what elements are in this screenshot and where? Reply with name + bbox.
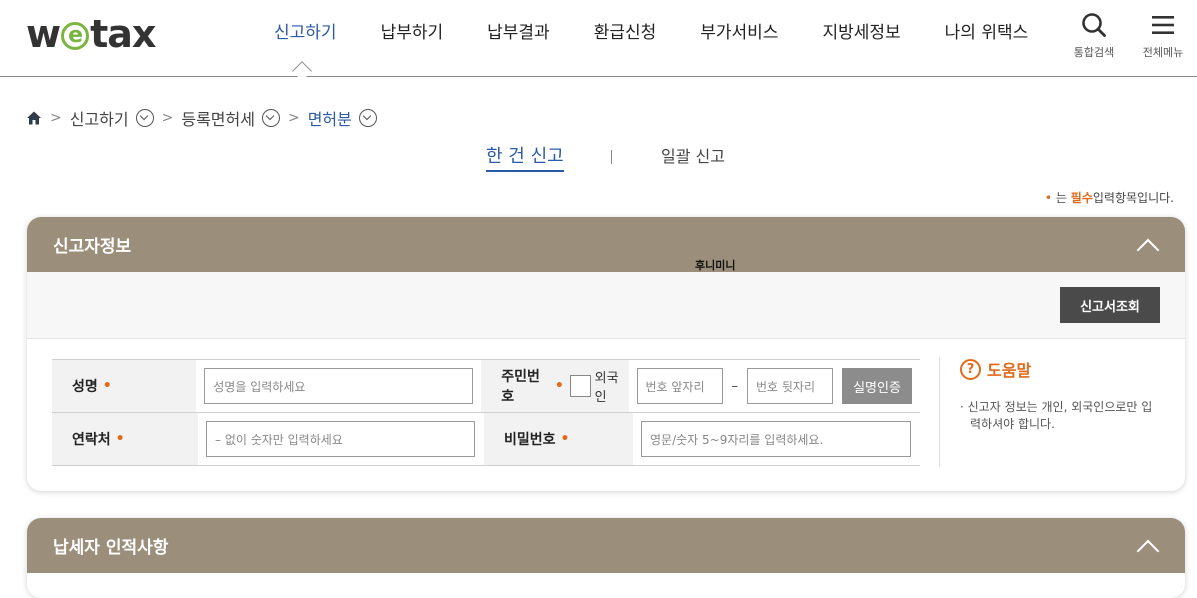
note-pre: 는 [1055,191,1067,205]
breadcrumb-label: 등록면허세 [181,110,255,129]
nav-item-payment[interactable]: 납부하기 [359,20,466,46]
required-field-note: • 는 필수입력항목입니다. [1045,189,1174,206]
help-description: · 신고자 정보는 개인, 외국인으로만 입력하셔야 합니다. [960,400,1153,431]
rrn-cell: 번호 앞자리 – 번호 뒷자리 실명인증 [629,360,921,412]
panel-header: 납세자 인적사항 [27,518,1185,573]
report-lookup-button[interactable]: 신고서조회 [1060,287,1160,323]
collapse-chevron-up-icon[interactable] [1137,535,1159,557]
chevron-down-circle-icon[interactable] [135,109,154,127]
required-emphasis: 필수 [1070,191,1093,205]
rrn-dash: – [731,378,739,394]
site-header: w e tax 신고하기 납부하기 납부결과 환급신청 부가서비스 지방세정보 나의… [0,0,1197,81]
rrn-front-input[interactable]: 번호 앞자리 [636,368,723,404]
contact-label: 연락처 • [52,413,198,465]
nav-item-extra-services[interactable]: 부가서비스 [678,20,800,46]
contact-input[interactable]: – 없이 숫자만 입력하세요 [206,421,475,457]
reporter-form: 성명 • 성명을 입력하세요 주민번호 • 외국인 번호 앞자리 – 번호 뒷자리 … [52,359,920,466]
name-input[interactable]: 성명을 입력하세요 [204,368,474,404]
breadcrumb-item-report[interactable]: 신고하기 [70,106,154,130]
home-button[interactable] [26,110,42,126]
password-label: 비밀번호 • [484,413,633,465]
label-text: 연락처 [72,432,111,448]
breadcrumb-item-license[interactable]: 면허분 [308,106,377,130]
foreigner-checkbox[interactable] [569,375,591,397]
rrn-label: 주민번호 • 외국인 [481,360,629,412]
reporter-info-panel: 신고자정보 후니미니 신고서조회 성명 • 성명을 입력하세요 주민번호 • 외국인… [27,217,1185,491]
label-text: 성명 [72,379,98,395]
chevron-right-icon: > [161,110,174,126]
chevron-right-icon: > [287,110,300,126]
tab-bulk-report[interactable]: 일괄 신고 [661,145,725,169]
help-title: ? 도움말 [960,357,1159,381]
chevron-right-icon: > [50,110,62,126]
form-row: 성명 • 성명을 입력하세요 주민번호 • 외국인 번호 앞자리 – 번호 뒷자리 … [52,360,920,413]
label-text: 주민번호 [501,369,540,405]
nav-item-refund[interactable]: 환급신청 [572,20,679,46]
nav-item-local-tax-info[interactable]: 지방세정보 [800,20,922,46]
form-row: 연락처 • – 없이 숫자만 입력하세요 비밀번호 • 영문/숫자 5~9자리를 입… [52,413,920,466]
contact-cell: – 없이 숫자만 입력하세요 [198,413,484,465]
breadcrumb-item-registration-license-tax[interactable]: 등록면허세 [181,106,280,130]
chevron-down-circle-icon[interactable] [358,109,377,127]
note-post: 입력항목입니다. [1092,191,1174,205]
nav-item-payment-result[interactable]: 납부결과 [465,20,572,46]
search-label: 통합검색 [1073,46,1115,59]
menu-label: 전체메뉴 [1142,46,1184,59]
global-nav: 신고하기 납부하기 납부결과 환급신청 부가서비스 지방세정보 나의 위택스 [252,20,1050,46]
password-input[interactable]: 영문/숫자 5~9자리를 입력하세요. [641,421,911,457]
password-cell: 영문/숫자 5~9자리를 입력하세요. [633,413,919,465]
panel-title: 납세자 인적사항 [53,538,169,558]
all-menu-button[interactable]: 전체메뉴 [1133,12,1193,60]
verify-name-button[interactable]: 실명인증 [842,368,912,404]
name-cell: 성명을 입력하세요 [196,360,481,412]
help-title-text: 도움말 [987,361,1032,380]
nav-item-my-wetax[interactable]: 나의 위택스 [923,20,1051,46]
overlay-label: 후니미니 [695,259,736,272]
label-text: 비밀번호 [504,432,556,448]
foreigner-label: 외국인 [594,371,619,405]
wetax-logo[interactable]: w e tax [26,12,156,56]
home-icon [27,111,41,125]
panel-header: 신고자정보 [27,217,1185,272]
taxpayer-info-panel: 납세자 인적사항 [27,518,1185,598]
rrn-back-input[interactable]: 번호 뒷자리 [747,368,833,404]
required-mark: • [554,378,564,394]
search-icon [1082,13,1106,37]
required-dot: • [1044,191,1052,205]
breadcrumb: > 신고하기 > 등록면허세 > 면허분 [26,106,377,130]
required-mark: • [102,378,112,394]
logo-text-w: w [26,12,61,56]
tab-divider [611,150,612,164]
collapse-chevron-up-icon[interactable] [1137,234,1159,256]
hamburger-icon [1152,16,1174,34]
active-nav-caret [292,61,312,81]
breadcrumb-label: 면허분 [307,110,352,129]
panel-toolbar: 후니미니 신고서조회 [27,259,1185,339]
integrated-search-button[interactable]: 통합검색 [1064,12,1124,60]
required-mark: • [115,431,125,447]
required-mark: • [560,431,570,447]
chevron-down-circle-icon[interactable] [261,109,280,127]
logo-e-circle: e [61,22,90,50]
logo-text-tax: tax [90,12,156,56]
tab-single-report[interactable]: 한 건 신고 [486,145,564,172]
breadcrumb-label: 신고하기 [69,110,129,129]
name-label: 성명 • [52,360,197,412]
panel-title: 신고자정보 [53,237,132,257]
help-box: ? 도움말 · 신고자 정보는 개인, 외국인으로만 입력하셔야 합니다. [939,357,1159,467]
nav-item-report[interactable]: 신고하기 [252,20,359,46]
question-circle-icon: ? [960,358,981,380]
